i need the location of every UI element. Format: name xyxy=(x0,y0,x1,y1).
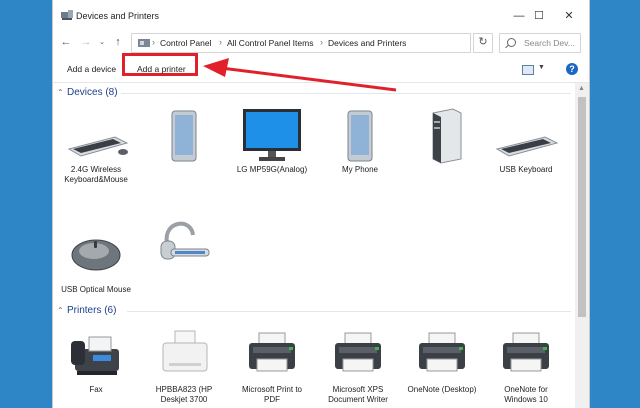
printer-icon xyxy=(503,332,549,372)
device-item[interactable]: USB Keyboard xyxy=(487,103,565,175)
devices-and-printers-window: Devices and Printers — ☐ ✕ ← → ⌄ ↑ › Con… xyxy=(52,0,590,408)
printer-item[interactable]: Fax xyxy=(57,323,135,395)
printer-item[interactable]: Microsoft Print to PDF xyxy=(233,323,311,405)
device-item[interactable] xyxy=(403,103,481,165)
printer-icon xyxy=(419,332,465,372)
device-item[interactable] xyxy=(145,213,223,275)
printer-item[interactable]: HPBBA823 (HP Deskjet 3700 xyxy=(145,323,223,405)
keyboard-icon xyxy=(495,136,559,157)
device-item[interactable] xyxy=(145,103,223,165)
device-label: 2.4G Wireless Keyboard&Mouse xyxy=(64,165,128,184)
device-item[interactable]: 2.4G Wireless Keyboard&Mouse xyxy=(57,103,135,185)
scrollbar-thumb[interactable] xyxy=(578,97,586,317)
printer-item[interactable]: Microsoft XPS Document Writer xyxy=(319,323,397,405)
content-pane: ⌃ Devices (8) 2.4G Wireless Keyboard&Mous… xyxy=(53,83,575,408)
printer-icon xyxy=(249,332,295,372)
monitor-icon xyxy=(243,109,301,161)
fax-icon xyxy=(71,336,119,375)
printer-label: OneNote for Windows 10 xyxy=(504,385,548,404)
headset-icon xyxy=(160,221,210,260)
printer-label: Microsoft XPS Document Writer xyxy=(328,385,388,404)
device-label: LG MP59G(Analog) xyxy=(236,165,308,174)
printer-label: HPBBA823 (HP Deskjet 3700 xyxy=(155,385,213,404)
printer-label: OneNote (Desktop) xyxy=(407,385,477,394)
printer-item[interactable]: OneNote (Desktop) xyxy=(403,323,481,395)
device-label: USB Optical Mouse xyxy=(61,285,131,294)
keyboard-icon xyxy=(67,136,129,157)
group-divider xyxy=(127,311,571,312)
computer-tower-icon xyxy=(432,108,462,164)
printer-label: Microsoft Print to PDF xyxy=(241,385,302,404)
printer-label: Fax xyxy=(89,385,103,394)
vertical-scrollbar[interactable]: ▲ xyxy=(575,83,589,408)
mouse-icon xyxy=(71,239,121,271)
device-item[interactable]: My Phone xyxy=(321,103,399,175)
printer-icon xyxy=(335,332,381,372)
printers-group-title: Printers (6) xyxy=(67,305,117,316)
collapse-chevron-icon[interactable]: ⌃ xyxy=(57,306,67,315)
device-label: My Phone xyxy=(341,165,379,174)
device-item[interactable]: USB Optical Mouse xyxy=(57,223,135,295)
printer-item[interactable]: OneNote for Windows 10 xyxy=(487,323,565,405)
annotation-arrow-icon xyxy=(203,58,397,92)
phone-icon xyxy=(171,110,197,162)
device-label: USB Keyboard xyxy=(499,165,553,174)
printers-group-heading[interactable]: ⌃ Printers (6) xyxy=(57,305,116,316)
inkjet-printer-icon xyxy=(162,330,208,372)
phone-icon xyxy=(347,110,373,162)
device-item[interactable]: LG MP59G(Analog) xyxy=(233,103,311,175)
